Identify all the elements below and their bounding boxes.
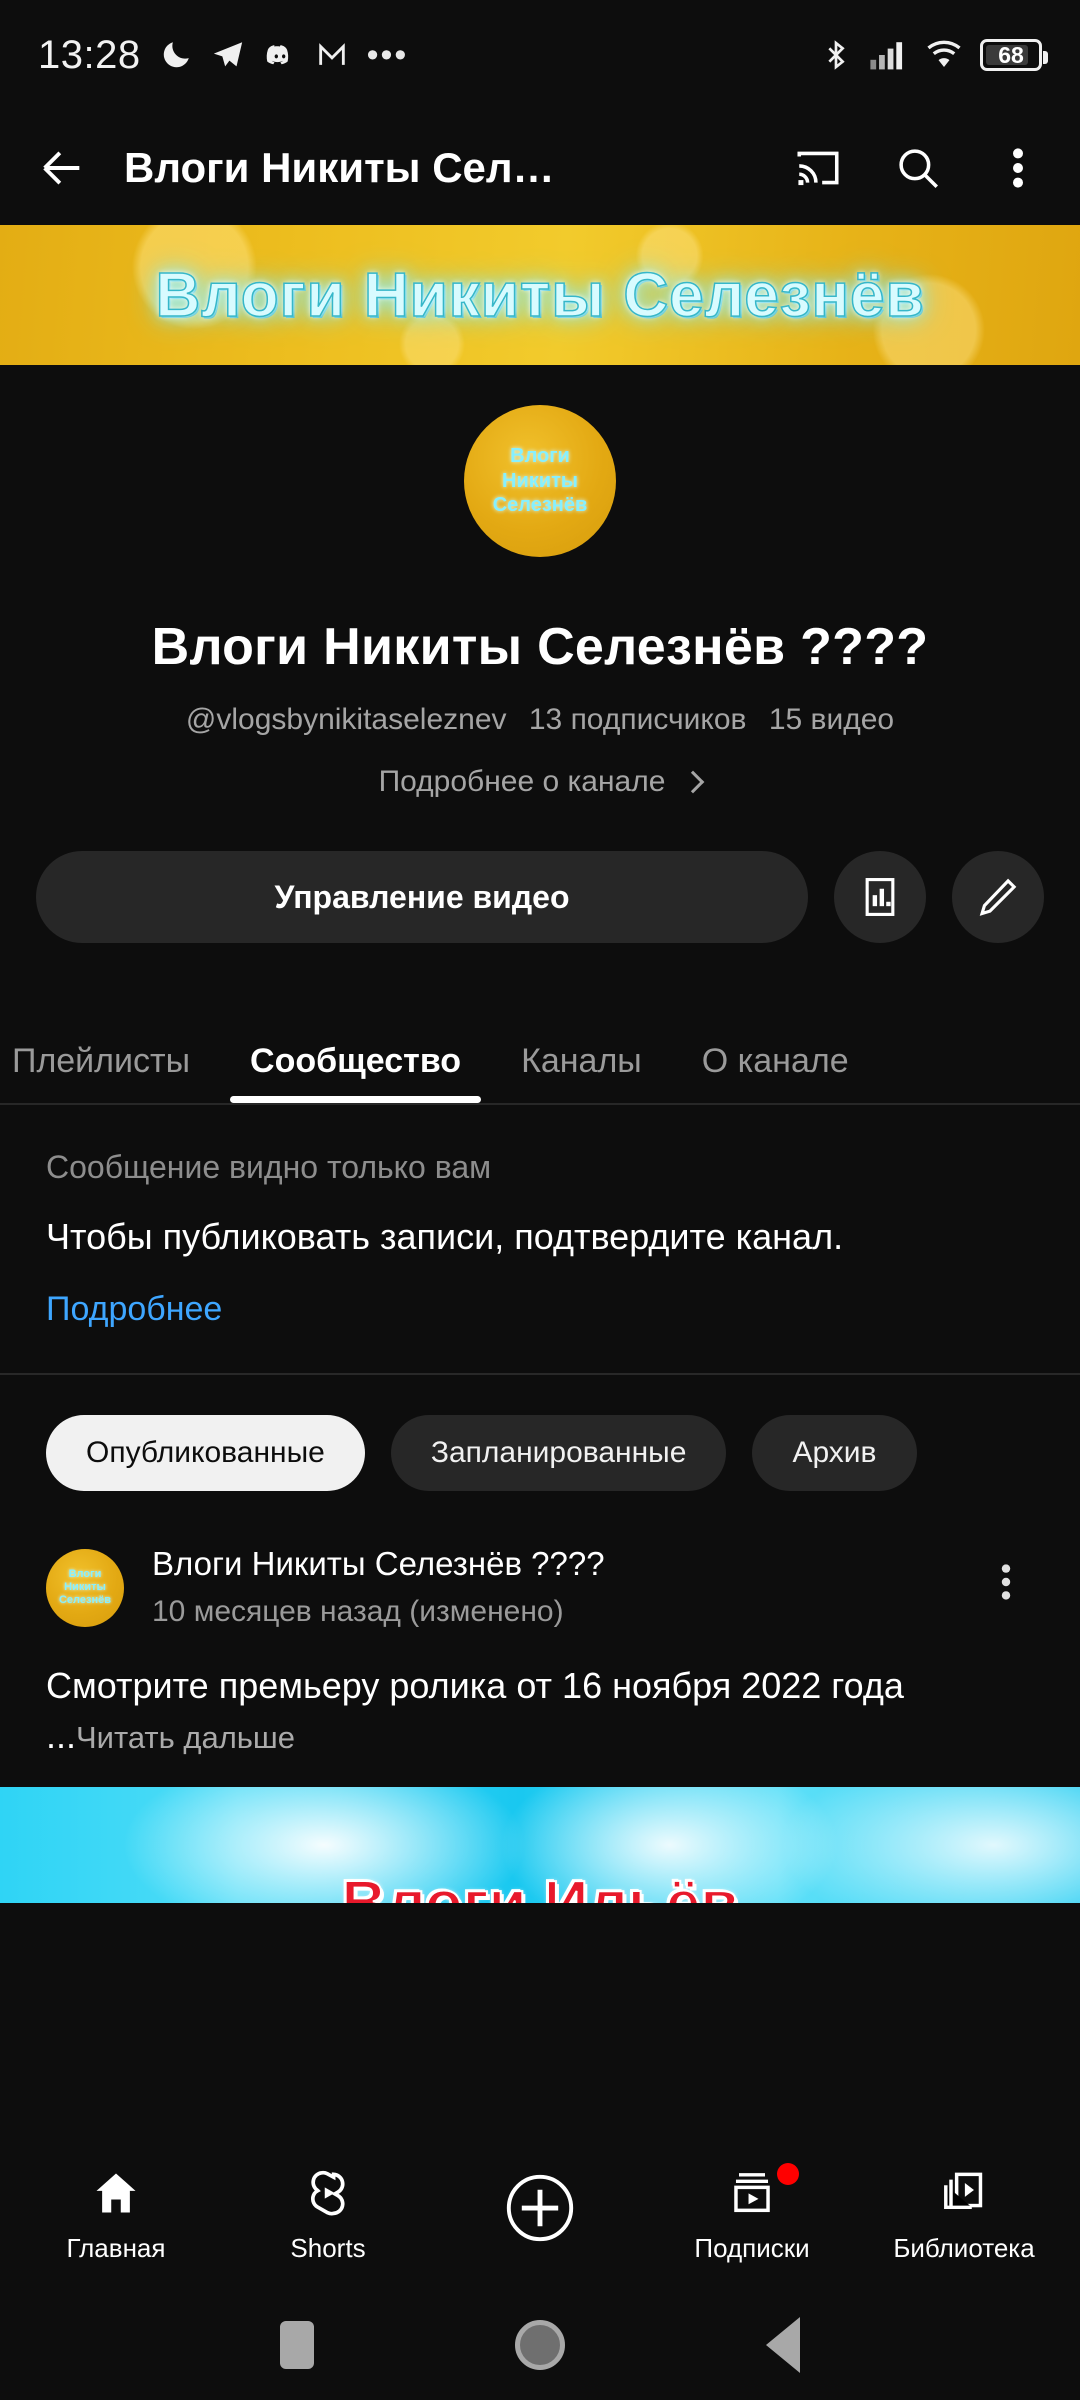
notice-visibility: Сообщение видно только вам — [46, 1149, 492, 1185]
channel-meta: @vlogsbynikitaseleznev 13 подписчиков 15… — [0, 703, 1080, 737]
chevron-right-icon — [682, 770, 705, 794]
app-bar: Влоги Никиты Сел… — [0, 110, 1080, 225]
channel-video-count: 15 видео — [768, 703, 895, 736]
page-title: Влоги Никиты Сел… — [124, 143, 555, 191]
nav-shorts[interactable]: Shorts — [233, 2167, 423, 2264]
app-bar-actions — [790, 140, 1046, 196]
community-post: Влоги Никиты Селезнёв Влоги Никиты Селез… — [0, 1531, 1080, 1904]
notice-learn-more-link[interactable]: Подробнее — [46, 1290, 1034, 1329]
post-avatar-line-3: Селезнёв — [58, 1594, 111, 1607]
shorts-icon — [311, 2170, 345, 2216]
recents-square-icon[interactable] — [280, 2321, 315, 2369]
tab-channels-label: Каналы — [521, 1042, 642, 1080]
bluetooth-icon — [828, 40, 845, 70]
manage-videos-label: Управление видео — [274, 878, 570, 915]
chip-published-label: Опубликованные — [86, 1435, 325, 1469]
channel-tabs: Плейлисты Сообщество Каналы О канале — [0, 997, 1080, 1105]
wifi-icon — [927, 40, 961, 67]
signal-icon — [870, 42, 903, 70]
manage-videos-button[interactable]: Управление видео — [36, 851, 808, 943]
nav-create[interactable] — [445, 2169, 635, 2261]
battery-indicator: 68 — [980, 39, 1048, 71]
subscriptions-badge — [777, 2162, 799, 2185]
nav-home-label: Главная — [66, 2232, 166, 2263]
nav-library[interactable]: Библиотека — [869, 2167, 1059, 2264]
post-text-container: Смотрите премьеру ролика от 16 ноября 20… — [46, 1661, 1034, 1762]
tab-community-label: Сообщество — [250, 1042, 462, 1080]
post-thumbnail[interactable]: Влоги Ильёв — [0, 1787, 1080, 1904]
post-filter-chips: Опубликованные Запланированные Архив — [0, 1375, 1080, 1531]
channel-about-label: Подробнее о канале — [378, 765, 666, 798]
tab-about-label: О канале — [701, 1042, 849, 1080]
library-icon — [944, 2172, 983, 2209]
status-bar-right: 68 — [820, 37, 1048, 73]
overflow-menu-icon[interactable] — [990, 140, 1046, 196]
avatar-line-2: Никиты — [502, 469, 578, 492]
post-avatar[interactable]: Влоги Никиты Селезнёв — [46, 1548, 124, 1627]
post-header: Влоги Никиты Селезнёв Влоги Никиты Селез… — [46, 1545, 1034, 1629]
home-circle-icon[interactable] — [514, 2320, 565, 2370]
phone-screen: 13:28 ••• 68 Влоги Никиты Сел… Влоги Ник… — [0, 0, 1080, 2400]
chip-scheduled[interactable]: Запланированные — [390, 1414, 727, 1491]
banner-text: Влоги Никиты Селезнёв — [155, 260, 925, 331]
post-read-more[interactable]: Читать дальше — [76, 1720, 295, 1755]
channel-handle: @vlogsbynikitaseleznev — [185, 703, 507, 736]
back-arrow-icon[interactable] — [34, 140, 90, 196]
post-author: Влоги Никиты Селезнёв ???? — [152, 1544, 605, 1582]
status-more-dots-icon: ••• — [366, 36, 409, 74]
chip-published[interactable]: Опубликованные — [46, 1414, 365, 1491]
post-header-text: Влоги Никиты Селезнёв ???? 10 месяцев на… — [152, 1545, 950, 1629]
tab-channels[interactable]: Каналы — [491, 997, 672, 1103]
battery-percent: 68 — [998, 41, 1024, 68]
post-avatar-line-2: Никиты — [64, 1581, 106, 1594]
avatar[interactable]: Влоги Никиты Селезнёв — [464, 405, 616, 557]
channel-about-link[interactable]: Подробнее о канале — [0, 765, 1080, 799]
status-clock: 13:28 — [38, 32, 141, 77]
tab-community[interactable]: Сообщество — [220, 997, 491, 1103]
system-navigation-bar — [0, 2290, 1080, 2400]
home-icon — [96, 2173, 136, 2212]
analytics-bar-chart-icon[interactable] — [834, 851, 926, 943]
discord-icon — [266, 45, 288, 65]
channel-subscribers: 13 подписчиков — [528, 703, 747, 736]
tab-playlists-label: Плейлисты — [12, 1042, 191, 1080]
verification-notice: Сообщение видно только вам Чтобы публико… — [0, 1105, 1080, 1373]
telegram-icon — [213, 42, 242, 67]
gmail-icon — [318, 43, 345, 65]
channel-actions: Управление видео — [0, 799, 1080, 943]
avatar-line-1: Влоги — [510, 445, 570, 468]
subscriptions-icon — [734, 2172, 770, 2212]
post-overflow-icon[interactable] — [978, 1545, 1034, 1605]
moon-icon — [163, 42, 189, 68]
notice-body: Чтобы публиковать записи, подтвердите ка… — [46, 1216, 844, 1257]
chip-archive[interactable]: Архив — [752, 1414, 917, 1491]
status-bar: 13:28 ••• 68 — [0, 0, 1080, 110]
chip-archive-label: Архив — [792, 1435, 877, 1469]
nav-library-label: Библиотека — [893, 2232, 1035, 2263]
post-timestamp: 10 месяцев назад (изменено) — [152, 1594, 564, 1628]
tab-playlists[interactable]: Плейлисты — [0, 997, 220, 1103]
bottom-navigation: Главная Shorts Подписки Библиотека — [0, 2140, 1080, 2290]
chip-scheduled-label: Запланированные — [430, 1435, 687, 1469]
nav-subscriptions[interactable]: Подписки — [657, 2162, 847, 2264]
nav-shorts-label: Shorts — [290, 2232, 366, 2263]
avatar-line-3: Селезнёв — [492, 494, 588, 517]
channel-header: Влоги Никиты Селезнёв Влоги Никиты Селез… — [0, 365, 1080, 799]
status-bar-left: 13:28 ••• — [38, 33, 820, 78]
pencil-edit-icon[interactable] — [952, 851, 1044, 943]
create-plus-icon — [506, 2174, 574, 2242]
post-thumbnail-text: Влоги Ильёв — [340, 1868, 739, 1903]
nav-subscriptions-label: Подписки — [694, 2232, 810, 2263]
channel-title: Влоги Никиты Селезнёв ???? — [151, 618, 929, 676]
cast-icon[interactable] — [790, 140, 846, 196]
channel-banner[interactable]: Влоги Никиты Селезнёв — [0, 225, 1080, 365]
post-avatar-line-1: Влоги — [68, 1568, 102, 1581]
search-icon[interactable] — [890, 140, 946, 196]
nav-home[interactable]: Главная — [21, 2167, 211, 2264]
back-triangle-icon[interactable] — [765, 2317, 800, 2373]
tab-about[interactable]: О канале — [672, 997, 879, 1103]
